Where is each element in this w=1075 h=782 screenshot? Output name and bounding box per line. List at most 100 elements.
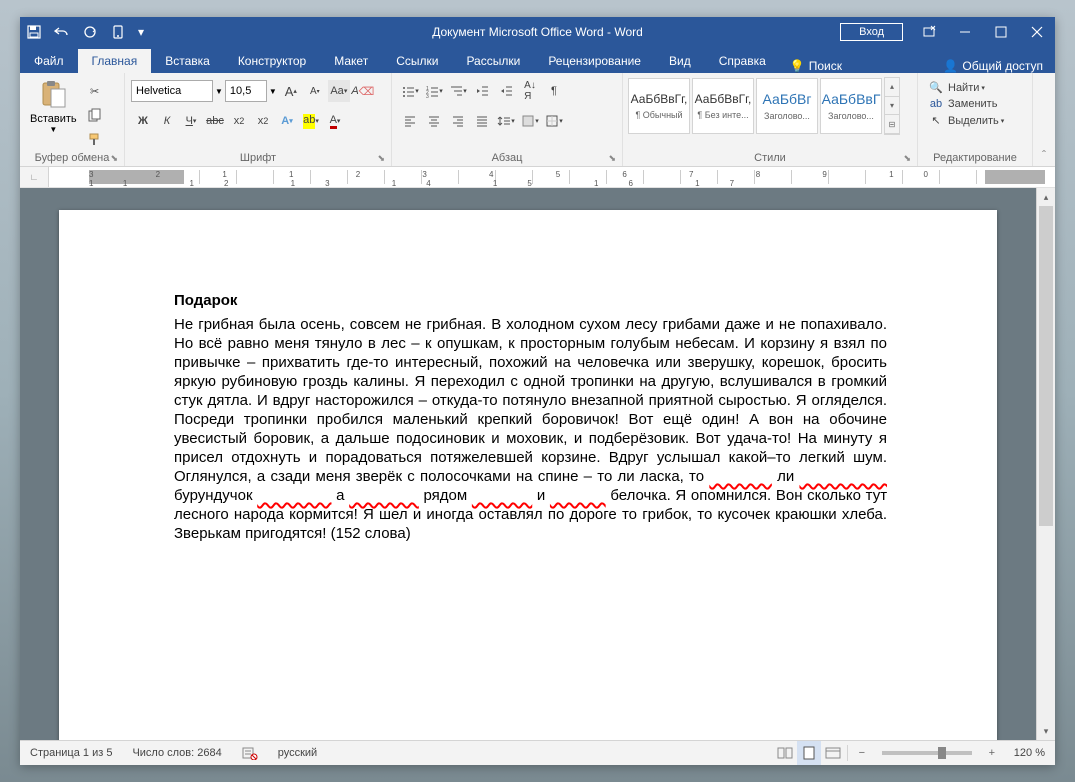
page-indicator[interactable]: Страница 1 из 5 (20, 747, 122, 759)
font-color-button[interactable]: A▾ (324, 110, 346, 132)
signin-button[interactable]: Вход (840, 23, 903, 41)
scroll-up-button[interactable]: ▴ (1037, 188, 1055, 206)
tab-layout[interactable]: Макет (320, 49, 382, 73)
zoom-slider[interactable] (882, 751, 972, 755)
styles-gallery-scroll[interactable]: ▴▾⊟ (884, 77, 900, 135)
multilevel-button[interactable]: ▾ (447, 80, 469, 102)
clear-format-button[interactable]: A⌫ (352, 80, 374, 102)
blank-1 (709, 468, 772, 485)
tell-me-search[interactable]: 💡Поиск (780, 59, 852, 73)
tab-mailings[interactable]: Рассылки (452, 49, 534, 73)
vertical-scrollbar[interactable]: ▴ ▾ (1036, 188, 1055, 740)
select-button[interactable]: ↖Выделить ▾ (922, 112, 1010, 129)
redo-button[interactable] (76, 17, 104, 47)
zoom-in-button[interactable]: + (980, 741, 1004, 765)
justify-button[interactable] (471, 110, 493, 132)
font-launcher[interactable]: ⬊ (377, 153, 385, 164)
tab-references[interactable]: Ссылки (382, 49, 452, 73)
style-sample: АаБбВвГ (822, 91, 881, 107)
bullets-button[interactable]: ▾ (399, 80, 421, 102)
align-center-button[interactable] (423, 110, 445, 132)
text-effects-button[interactable]: A▾ (276, 110, 298, 132)
subscript-button[interactable]: x2 (228, 110, 250, 132)
highlight-button[interactable]: ab▾ (300, 110, 322, 132)
line-spacing-button[interactable]: ▾ (495, 110, 517, 132)
language-button[interactable]: русский (268, 747, 327, 759)
maximize-button[interactable] (983, 17, 1019, 47)
paste-button[interactable]: Вставить ▼ (24, 75, 83, 138)
tab-selector[interactable]: ∟ (20, 167, 49, 187)
select-label: Выделить (948, 115, 999, 127)
read-mode-button[interactable] (773, 741, 797, 765)
change-case-button[interactable]: Aa▾ (328, 80, 350, 102)
zoom-thumb[interactable] (938, 747, 946, 759)
doc-body: Не грибная была осень, совсем не грибная… (174, 315, 887, 543)
style-heading2[interactable]: АаБбВвГЗаголово... (820, 78, 882, 134)
cut-button[interactable]: ✂ (84, 80, 106, 102)
print-layout-button[interactable] (797, 741, 821, 765)
shrink-font-button[interactable]: A▾ (304, 80, 326, 102)
close-button[interactable] (1019, 17, 1055, 47)
shading-button[interactable]: ▾ (519, 110, 541, 132)
borders-button[interactable]: ▾ (543, 110, 565, 132)
superscript-button[interactable]: x2 (252, 110, 274, 132)
numbering-button[interactable]: 123▾ (423, 80, 445, 102)
doc-w5: и (537, 487, 545, 504)
qat-customize-button[interactable]: ▾ (132, 17, 150, 47)
doc-w3: а (336, 487, 344, 504)
style-heading1[interactable]: АаБбВгЗаголово... (756, 78, 818, 134)
word-count[interactable]: Число слов: 2684 (122, 747, 231, 759)
underline-button[interactable]: Ч▾ (180, 110, 202, 132)
align-left-button[interactable] (399, 110, 421, 132)
ribbon-options-button[interactable] (911, 17, 947, 47)
scroll-down-button[interactable]: ▾ (1037, 722, 1055, 740)
scroll-thumb[interactable] (1039, 206, 1053, 526)
touch-mode-button[interactable] (104, 17, 132, 47)
app-window: ▾ Документ Microsoft Office Word - Word … (20, 17, 1055, 765)
ruler-horizontal[interactable]: ∟ 3 2 1 1 2 3 4 5 6 7 8 9 10 11 12 13 14… (20, 167, 1055, 188)
find-button[interactable]: 🔍Найти ▾ (922, 79, 1010, 96)
tab-design[interactable]: Конструктор (224, 49, 320, 73)
styles-launcher[interactable]: ⬊ (903, 153, 911, 164)
replace-button[interactable]: abЗаменить (922, 96, 1010, 112)
tab-review[interactable]: Рецензирование (534, 49, 655, 73)
font-name-input[interactable] (131, 80, 213, 102)
pilcrow-button[interactable]: ¶ (543, 80, 565, 102)
copy-button[interactable] (84, 104, 106, 126)
style-no-spacing[interactable]: АаБбВвГг,¶ Без инте... (692, 78, 754, 134)
minimize-button[interactable] (947, 17, 983, 47)
tab-file[interactable]: Файл (20, 49, 78, 73)
paragraph-launcher[interactable]: ⬊ (608, 153, 616, 164)
tab-help[interactable]: Справка (705, 49, 780, 73)
page[interactable]: Подарок Не грибная была осень, совсем не… (59, 210, 997, 740)
collapse-ribbon-button[interactable]: ˆ (1042, 148, 1046, 162)
grow-font-button[interactable]: A▴ (280, 80, 302, 102)
dec-indent-button[interactable] (471, 80, 493, 102)
blank-4 (349, 487, 419, 504)
web-layout-button[interactable] (821, 741, 845, 765)
style-normal[interactable]: АаБбВвГг,¶ Обычный (628, 78, 690, 134)
zoom-out-button[interactable]: − (850, 741, 874, 765)
strike-button[interactable]: abc (204, 110, 226, 132)
clipboard-group-label: Буфер обмена (35, 152, 110, 164)
font-size-input[interactable] (225, 80, 267, 102)
tab-insert[interactable]: Вставка (151, 49, 224, 73)
document-scroll[interactable]: Подарок Не грибная была осень, совсем не… (20, 188, 1036, 740)
format-painter-button[interactable] (84, 128, 106, 150)
window-title: Документ Microsoft Office Word - Word (432, 25, 643, 39)
inc-indent-button[interactable] (495, 80, 517, 102)
tab-home[interactable]: Главная (78, 49, 152, 73)
zoom-level[interactable]: 120 % (1004, 747, 1055, 759)
spellcheck-button[interactable] (232, 746, 268, 760)
undo-button[interactable] (48, 17, 76, 47)
bold-button[interactable]: Ж (132, 110, 154, 132)
align-right-button[interactable] (447, 110, 469, 132)
doc-p1: Не грибная была осень, совсем не грибная… (174, 316, 887, 485)
sort-button[interactable]: A↓Я (519, 80, 541, 102)
styles-gallery: АаБбВвГг,¶ Обычный АаБбВвГг,¶ Без инте..… (627, 75, 901, 137)
clipboard-launcher[interactable]: ⬊ (110, 153, 118, 164)
tab-view[interactable]: Вид (655, 49, 705, 73)
save-button[interactable] (20, 17, 48, 47)
italic-button[interactable]: К (156, 110, 178, 132)
share-button[interactable]: 👤Общий доступ (931, 59, 1055, 73)
